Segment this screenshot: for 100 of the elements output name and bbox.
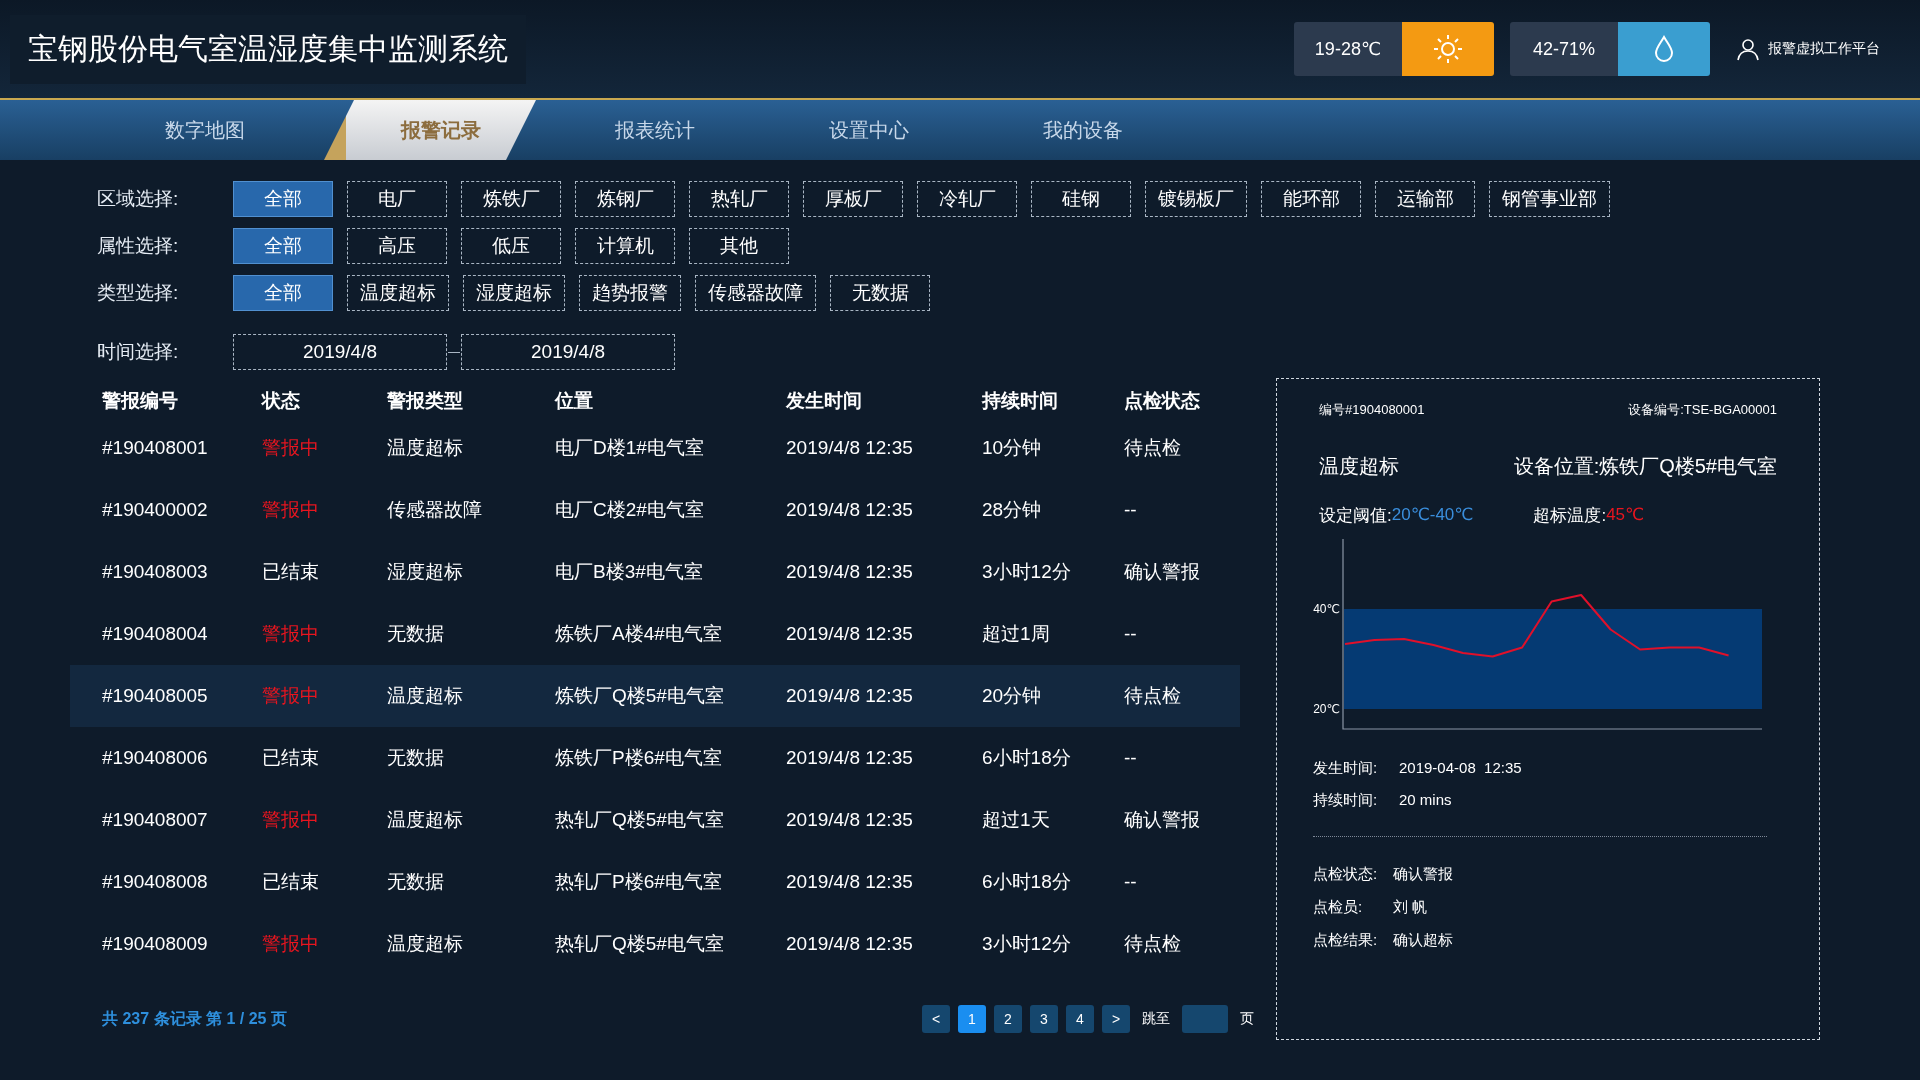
nav-tab[interactable]: 设置中心 <box>774 100 964 160</box>
table-cell-text: 20分钟 <box>982 684 1043 708</box>
filter-label: 时间选择: <box>97 340 180 364</box>
table-cell-text: #190408006 <box>102 747 209 769</box>
device-label: 设备编号: <box>1628 402 1684 417</box>
table-cell-text: 确认警报 <box>1124 808 1201 832</box>
selected-row[interactable]: #190408005 警报中 温度超标 炼铁厂Q楼5#电气室 2019/4/8 12:35 20分钟 待点检 <box>70 665 1240 727</box>
status-text: 已结束 <box>262 560 320 584</box>
date-field[interactable]: 2019/4/8 <box>461 334 675 370</box>
table-cell-text: 炼铁厂A楼4#电气室 <box>555 622 723 646</box>
table-cell-text: 待点检 <box>1124 436 1182 460</box>
filter-option[interactable]: 高压 <box>347 228 447 264</box>
filter-option[interactable]: 全部 <box>233 181 333 217</box>
table-cell-text: #190408005 <box>102 685 209 707</box>
table-cell-text: 炼铁厂P楼6#电气室 <box>555 746 723 770</box>
table-cell-text: 湿度超标 <box>387 560 464 584</box>
filter-option[interactable]: 厚板厂 <box>803 181 903 217</box>
filter-option[interactable]: 传感器故障 <box>695 275 816 311</box>
table-cell-text: #190400002 <box>102 499 209 521</box>
table-cell-text: 2019/4/8 12:35 <box>786 623 914 645</box>
filter-option[interactable]: 冷轧厂 <box>917 181 1017 217</box>
filter-option[interactable]: 趋势报警 <box>579 275 681 311</box>
filter-option[interactable]: 全部 <box>233 275 333 311</box>
table-cell-text: 无数据 <box>387 622 445 646</box>
column-header: 持续时间 <box>982 389 1059 413</box>
table-cell-text: 温度超标 <box>387 684 464 708</box>
table-cell-text: -- <box>1124 871 1138 893</box>
table-cell-text: 6小时18分 <box>982 870 1072 894</box>
threshold-label: 设定阈值: <box>1319 505 1392 527</box>
filter-label: 类型选择: <box>97 281 180 305</box>
nav-tab[interactable]: 报警记录 <box>324 100 536 160</box>
nav-tab[interactable]: 我的设备 <box>988 100 1178 160</box>
table-cell-text: #190408009 <box>102 933 209 955</box>
table-cell-text: #190408004 <box>102 623 209 645</box>
filter-option[interactable]: 镀锡板厂 <box>1145 181 1247 217</box>
filter-option[interactable]: 炼铁厂 <box>461 181 561 217</box>
table-cell-text: -- <box>1124 747 1138 769</box>
table-cell-text: 2019/4/8 12:35 <box>786 499 914 521</box>
filter-option[interactable]: 湿度超标 <box>463 275 565 311</box>
filter-label: 区域选择: <box>97 187 180 211</box>
table-cell-text: 超过1天 <box>982 808 1051 832</box>
table-cell-text: 待点检 <box>1124 932 1182 956</box>
table-cell-text: 温度超标 <box>387 932 464 956</box>
info-value: 刘 帆 <box>1393 898 1428 917</box>
table-cell-text: 传感器故障 <box>387 498 483 522</box>
filter-option[interactable]: 热轧厂 <box>689 181 789 217</box>
filter-option[interactable]: 无数据 <box>830 275 930 311</box>
filter-option[interactable]: 全部 <box>233 228 333 264</box>
table-cell-text: #190408007 <box>102 809 209 831</box>
table-cell-text: 3小时12分 <box>982 932 1072 956</box>
filter-option[interactable]: 其他 <box>689 228 789 264</box>
info-label: 点检员: <box>1313 898 1364 917</box>
filter-option[interactable]: 炼钢厂 <box>575 181 675 217</box>
info-label: 点检状态: <box>1313 865 1379 884</box>
table-cell-text: 电厂D楼1#电气室 <box>555 436 705 460</box>
info-value: 确认超标 <box>1393 931 1453 950</box>
filter-option[interactable]: 钢管事业部 <box>1489 181 1610 217</box>
info-value: 20 mins <box>1399 791 1452 810</box>
table-cell-text: 无数据 <box>387 746 445 770</box>
column-header: 位置 <box>555 389 594 413</box>
status-text: 警报中 <box>262 622 320 646</box>
page-button[interactable]: 3 <box>1030 1005 1058 1033</box>
page-button[interactable]: 4 <box>1066 1005 1094 1033</box>
filter-option[interactable]: 计算机 <box>575 228 675 264</box>
axis-tick-label: 20℃ <box>1313 702 1340 716</box>
filter-option[interactable]: 低压 <box>461 228 561 264</box>
status-text: 警报中 <box>262 684 320 708</box>
status-text: 警报中 <box>262 932 320 956</box>
filter-option[interactable]: 能环部 <box>1261 181 1361 217</box>
user-name[interactable]: 报警虚拟工作平台 <box>1768 40 1880 58</box>
filter-option[interactable]: 电厂 <box>347 181 447 217</box>
table-cell-text: 2019/4/8 12:35 <box>786 809 914 831</box>
filter-label: 属性选择: <box>97 234 180 258</box>
column-header: 点检状态 <box>1124 389 1201 413</box>
column-header: 状态 <box>262 389 301 413</box>
table-cell-text: 电厂C楼2#电气室 <box>555 498 705 522</box>
date-field[interactable]: 2019/4/8 <box>233 334 447 370</box>
info-value: 确认警报 <box>1393 865 1453 884</box>
humidity-range: 42-71% <box>1510 22 1618 76</box>
nav-tab[interactable]: 报表统计 <box>560 100 750 160</box>
table-cell-text: 2019/4/8 12:35 <box>786 561 914 583</box>
jump-label: 跳至 <box>1142 1010 1170 1028</box>
filter-option[interactable]: 硅钢 <box>1031 181 1131 217</box>
page-label: 页 <box>1240 1010 1254 1028</box>
filter-option[interactable]: 温度超标 <box>347 275 449 311</box>
device-number: TSE-BGA00001 <box>1683 402 1777 417</box>
filter-option[interactable]: 运输部 <box>1375 181 1475 217</box>
previous-page-button[interactable]: < <box>922 1005 950 1033</box>
status-text: 已结束 <box>262 746 320 770</box>
table-cell-text: -- <box>1124 499 1138 521</box>
table-cell-text: 3小时12分 <box>982 560 1072 584</box>
table-cell-text: 2019/4/8 12:35 <box>786 685 914 707</box>
page-input-field[interactable] <box>1182 1005 1228 1033</box>
location-label: 设备位置: <box>1513 455 1600 477</box>
page-button[interactable]: 2 <box>994 1005 1022 1033</box>
over-temperature-label: 超标温度: <box>1533 505 1607 527</box>
status-text: 警报中 <box>262 498 320 522</box>
nav-tab[interactable]: 数字地图 <box>110 100 300 160</box>
axis-tick-label: 40℃ <box>1313 602 1340 616</box>
next-page-button[interactable]: > <box>1102 1005 1130 1033</box>
